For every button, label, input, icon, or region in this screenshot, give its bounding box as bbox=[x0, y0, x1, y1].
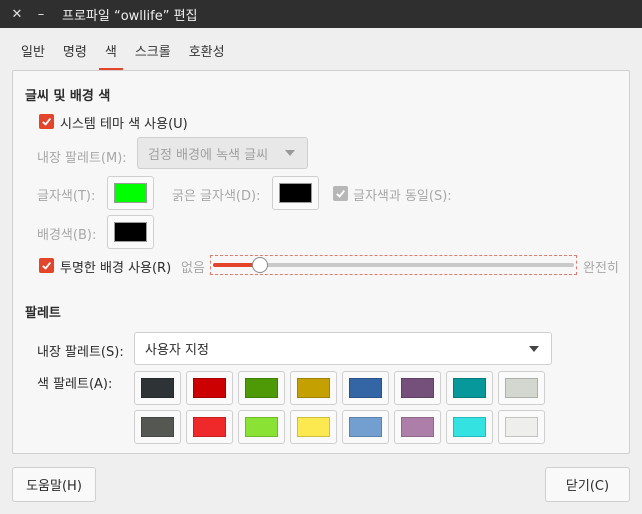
builtin-scheme-label: 내장 팔레트(M): bbox=[37, 151, 127, 166]
tab-colors[interactable]: 색 bbox=[96, 38, 126, 70]
palette-color-swatch bbox=[349, 378, 382, 398]
transparency-slider[interactable] bbox=[210, 255, 577, 275]
palette-color-button[interactable] bbox=[290, 371, 337, 405]
palette-color-swatch bbox=[245, 378, 278, 398]
same-as-text-label[interactable]: 글자색과 동일(S): bbox=[353, 185, 452, 204]
text-color-swatch bbox=[114, 183, 147, 203]
palette-color-button[interactable] bbox=[186, 371, 233, 405]
close-button[interactable]: 닫기(C) bbox=[545, 467, 630, 502]
help-button[interactable]: 도움말(H) bbox=[12, 467, 96, 502]
palette-color-swatch bbox=[297, 378, 330, 398]
palette-color-swatch bbox=[453, 378, 486, 398]
palette-color-swatch bbox=[349, 417, 382, 437]
tab-scrolling[interactable]: 스크롤 bbox=[126, 38, 180, 70]
window-title: 프로파일 “owllife” 편집 bbox=[62, 8, 198, 24]
palette-colors-label: 색 팔레트(A): bbox=[37, 377, 113, 392]
palette-color-swatch bbox=[401, 417, 434, 437]
checkmark-icon bbox=[42, 261, 52, 270]
bold-color-swatch bbox=[279, 183, 312, 203]
palette-color-button[interactable] bbox=[342, 410, 389, 444]
palette-color-button[interactable] bbox=[498, 371, 545, 405]
bg-color-swatch bbox=[114, 222, 147, 242]
palette-color-button[interactable] bbox=[498, 410, 545, 444]
palette-heading: 팔레트 bbox=[25, 306, 61, 321]
palette-color-swatch bbox=[193, 378, 226, 398]
tab-compatibility[interactable]: 호환성 bbox=[180, 38, 234, 70]
checkmark-icon bbox=[336, 189, 346, 198]
chevron-down-icon bbox=[529, 345, 539, 352]
colors-panel: 글씨 및 배경 색 시스템 테마 색 사용(U) 내장 팔레트(M): 검정 배… bbox=[12, 70, 630, 454]
builtin-scheme-value: 검정 배경에 녹색 글씨 bbox=[148, 147, 269, 163]
transparent-bg-checkbox[interactable] bbox=[39, 258, 54, 273]
checkmark-icon bbox=[42, 117, 52, 126]
palette-color-swatch bbox=[141, 378, 174, 398]
minimize-icon[interactable]: – bbox=[30, 7, 52, 22]
text-color-button[interactable] bbox=[107, 176, 154, 210]
slider-handle[interactable] bbox=[252, 257, 268, 273]
text-bg-heading: 글씨 및 배경 색 bbox=[25, 89, 111, 104]
palette-color-swatch bbox=[193, 417, 226, 437]
bg-color-label: 배경색(B): bbox=[37, 228, 97, 243]
palette-color-swatch bbox=[505, 378, 538, 398]
palette-color-swatch bbox=[453, 417, 486, 437]
bold-color-button[interactable] bbox=[272, 176, 319, 210]
palette-color-swatch bbox=[297, 417, 330, 437]
palette-color-button[interactable] bbox=[238, 410, 285, 444]
palette-color-swatch bbox=[245, 417, 278, 437]
palette-color-button[interactable] bbox=[394, 371, 441, 405]
bold-color-label: 굵은 글자색(D): bbox=[172, 189, 261, 204]
palette-color-button[interactable] bbox=[446, 371, 493, 405]
chevron-down-icon bbox=[285, 150, 295, 156]
use-system-theme-checkbox[interactable] bbox=[39, 114, 54, 129]
palette-color-swatch bbox=[505, 417, 538, 437]
palette-color-button[interactable] bbox=[342, 371, 389, 405]
palette-color-button[interactable] bbox=[238, 371, 285, 405]
palette-color-swatch bbox=[401, 378, 434, 398]
palette-color-button[interactable] bbox=[394, 410, 441, 444]
palette-color-button[interactable] bbox=[134, 410, 181, 444]
transparency-max-label: 완전히 bbox=[583, 261, 619, 276]
builtin-scheme-select[interactable]: 검정 배경에 녹색 글씨 bbox=[137, 137, 308, 169]
palette-builtin-select[interactable]: 사용자 지정 bbox=[134, 332, 552, 365]
palette-color-swatch bbox=[141, 417, 174, 437]
palette-builtin-value: 사용자 지정 bbox=[145, 343, 209, 358]
tab-command[interactable]: 명령 bbox=[54, 38, 96, 70]
transparency-min-label: 없음 bbox=[181, 261, 205, 276]
text-color-label: 글자색(T): bbox=[37, 189, 96, 204]
tab-general[interactable]: 일반 bbox=[12, 38, 54, 70]
title-bar: ✕ – 프로파일 “owllife” 편집 bbox=[0, 0, 642, 28]
palette-color-button[interactable] bbox=[446, 410, 493, 444]
close-icon[interactable]: ✕ bbox=[6, 7, 28, 22]
use-system-theme-label[interactable]: 시스템 테마 색 사용(U) bbox=[60, 113, 188, 132]
tab-bar: 일반 명령 색 스크롤 호환성 bbox=[12, 38, 234, 70]
transparent-bg-label[interactable]: 투명한 배경 사용(R) bbox=[60, 257, 171, 276]
palette-builtin-label: 내장 팔레트(S): bbox=[37, 345, 124, 360]
palette-color-button[interactable] bbox=[290, 410, 337, 444]
palette-color-grid bbox=[134, 371, 545, 444]
palette-color-button[interactable] bbox=[186, 410, 233, 444]
same-as-text-checkbox[interactable] bbox=[333, 186, 348, 201]
palette-color-button[interactable] bbox=[134, 371, 181, 405]
bg-color-button[interactable] bbox=[107, 215, 154, 249]
